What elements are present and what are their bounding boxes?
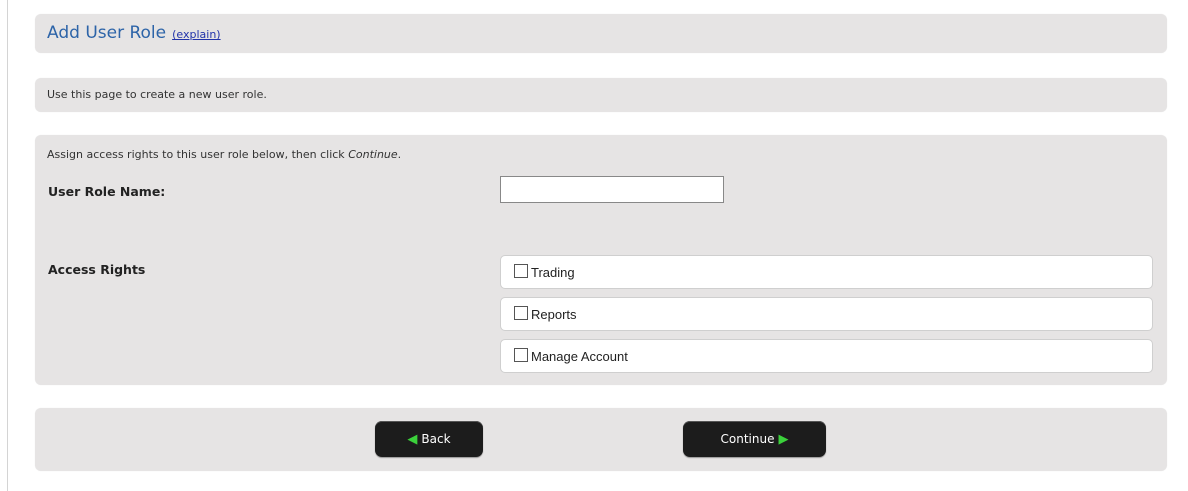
role-name-input[interactable] (500, 176, 724, 203)
left-border-line (7, 0, 8, 491)
header-panel: Add User Role (explain) (35, 14, 1167, 53)
intro-text: Use this page to create a new user role. (47, 88, 267, 101)
trading-label: Trading (531, 265, 575, 280)
instructions-text: Assign access rights to this user role b… (47, 148, 401, 161)
trading-checkbox[interactable] (514, 264, 528, 278)
access-right-reports-row[interactable]: Reports (500, 297, 1153, 331)
right-arrow-icon: ▶ (778, 431, 789, 447)
manage-account-checkbox[interactable] (514, 348, 528, 362)
reports-label: Reports (531, 307, 577, 322)
page-title-text: Add User Role (47, 23, 167, 43)
back-button-label: Back (421, 432, 451, 446)
continue-button[interactable]: Continue ▶ (683, 421, 826, 457)
reports-checkbox[interactable] (514, 306, 528, 320)
access-right-manage-account-row[interactable]: Manage Account (500, 339, 1153, 373)
instructions-prefix: Assign access rights to this user role b… (47, 148, 349, 161)
button-panel: ◀ Back Continue ▶ (35, 408, 1167, 471)
page-title: Add User Role (explain) (47, 23, 221, 43)
instructions-emphasis: Continue (348, 148, 398, 161)
continue-button-label: Continue (720, 432, 775, 446)
left-arrow-icon: ◀ (407, 431, 418, 447)
intro-panel: Use this page to create a new user role. (35, 78, 1167, 112)
explain-link[interactable]: (explain) (172, 28, 220, 41)
manage-account-label: Manage Account (531, 349, 628, 364)
role-name-label: User Role Name: (48, 184, 166, 199)
instructions-suffix: . (397, 148, 402, 161)
form-panel: Assign access rights to this user role b… (35, 135, 1167, 385)
access-right-trading-row[interactable]: Trading (500, 255, 1153, 289)
access-rights-label: Access Rights (48, 262, 146, 277)
back-button[interactable]: ◀ Back (375, 421, 483, 457)
